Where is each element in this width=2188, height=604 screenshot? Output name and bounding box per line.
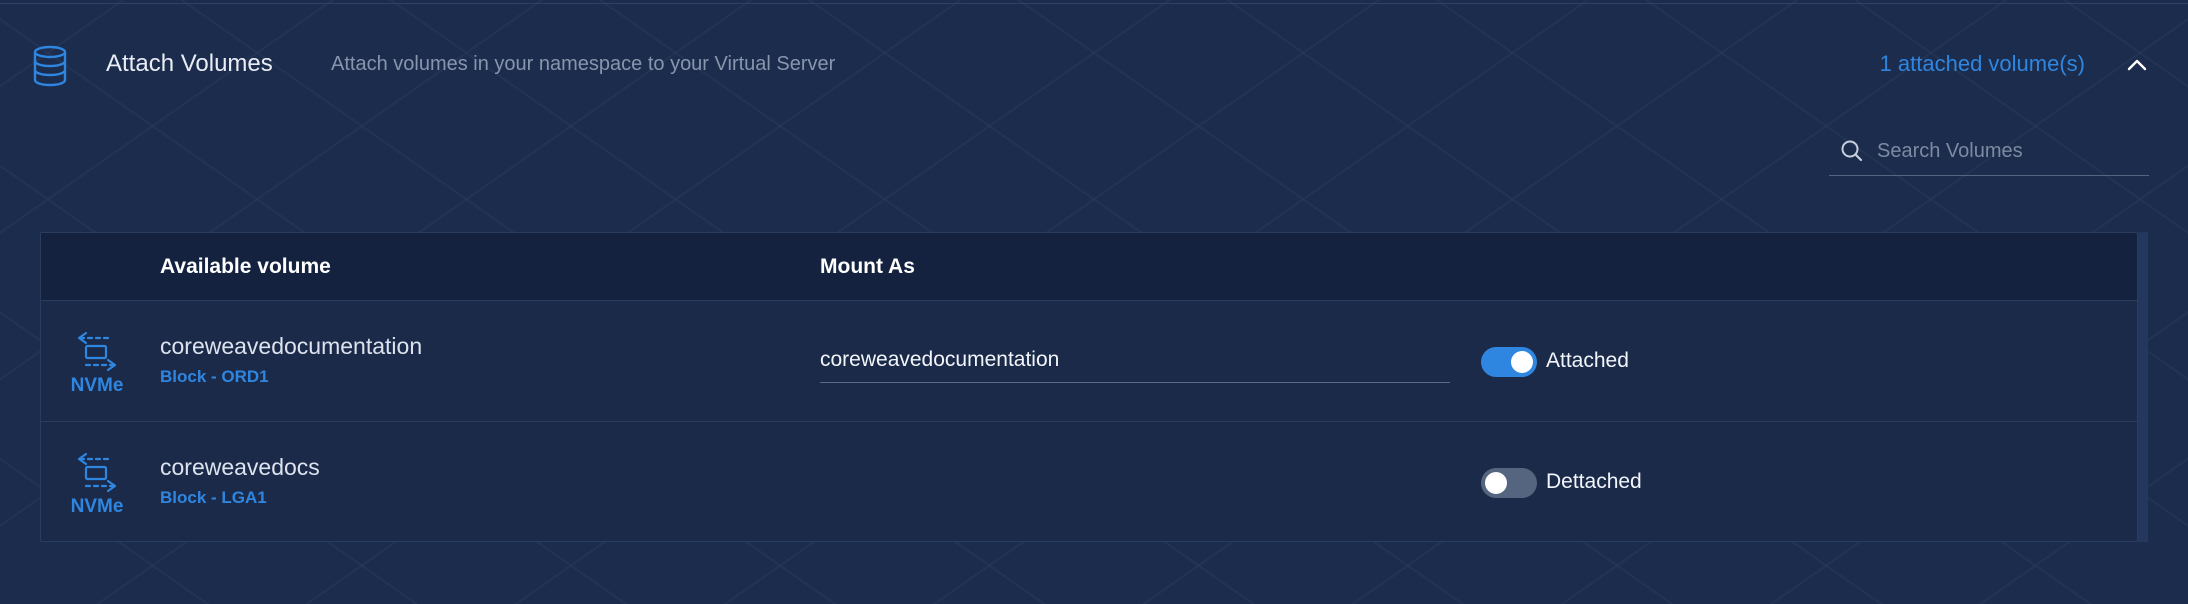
search-icon xyxy=(1839,138,1865,164)
chevron-up-icon[interactable] xyxy=(2125,53,2149,77)
mount-as-field xyxy=(820,337,1450,383)
search-volumes xyxy=(1829,128,2149,176)
search-input[interactable] xyxy=(1877,136,2137,166)
volume-type-label: NVMe xyxy=(70,496,124,517)
column-header-available-volume: Available volume xyxy=(160,255,331,278)
volume-name: coreweavedocs xyxy=(160,454,320,480)
attach-status-label: Dettached xyxy=(1546,470,1642,493)
volume-type-label: NVMe xyxy=(70,375,124,396)
volume-meta: Block - LGA1 xyxy=(160,488,267,507)
volume-name: coreweavedocumentation xyxy=(160,333,423,359)
attach-status-label: Attached xyxy=(1546,349,1629,372)
attach-volumes-header: Attach Volumes Attach volumes in your na… xyxy=(0,0,2188,130)
volumes-table: Available volume Mount As NVMe coreweave… xyxy=(40,232,2138,542)
mount-as-input[interactable] xyxy=(820,345,1450,375)
toggle-knob xyxy=(1485,472,1507,494)
attach-toggle[interactable] xyxy=(1481,468,1537,498)
attach-toggle[interactable] xyxy=(1481,347,1537,377)
table-header: Available volume Mount As xyxy=(41,233,2137,301)
table-row: NVMe coreweavedocs Block - LGA1 Dettache… xyxy=(41,422,2137,543)
table-scrollbar[interactable] xyxy=(2138,232,2148,542)
toggle-knob xyxy=(1511,351,1533,373)
volumes-table-container: Available volume Mount As NVMe coreweave… xyxy=(40,232,2148,542)
database-icon xyxy=(30,44,70,88)
section-subtitle: Attach volumes in your namespace to your… xyxy=(331,53,836,75)
column-header-mount-as: Mount As xyxy=(820,255,915,278)
attached-volume-count: 1 attached volume(s) xyxy=(1879,51,2085,76)
nvme-icon: NVMe xyxy=(69,331,125,401)
table-row: NVMe coreweavedocumentation Block - ORD1… xyxy=(41,301,2137,422)
volume-meta: Block - ORD1 xyxy=(160,367,269,386)
section-title: Attach Volumes xyxy=(106,50,273,77)
nvme-icon: NVMe xyxy=(69,452,125,522)
